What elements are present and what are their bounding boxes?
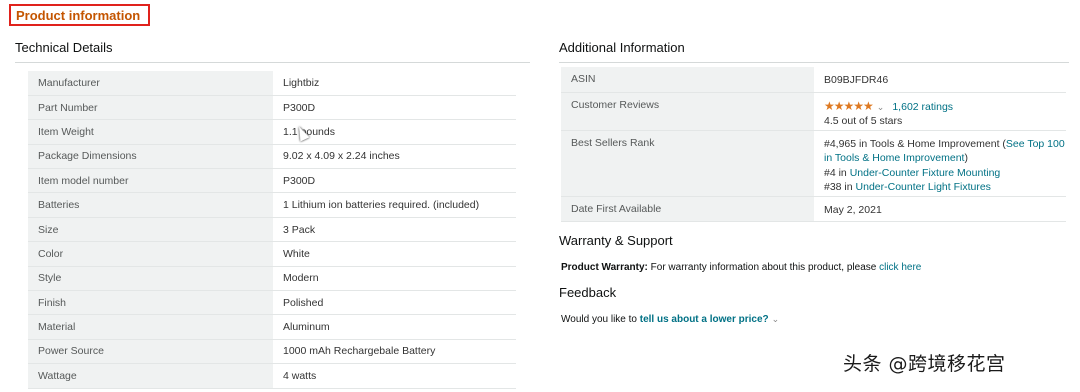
date-first-available-value: May 2, 2021: [814, 196, 1066, 221]
table-row: Best Sellers Rank #4,965 in Tools & Home…: [561, 130, 1066, 196]
table-row: Customer Reviews ★★★★★ ⌄ 1,602 ratings 4.5…: [561, 92, 1066, 130]
feedback-line: Would you like to tell us about a lower …: [561, 314, 787, 325]
spec-value: P300D: [273, 168, 516, 193]
star-rating-icon[interactable]: ★★★★★: [824, 99, 874, 113]
additional-information-table: ASIN B09BJFDR46 Customer Reviews ★★★★★ ⌄ 1…: [561, 67, 1066, 222]
asin-label: ASIN: [561, 67, 814, 92]
spec-label: Part Number: [28, 95, 273, 120]
best-sellers-rank-value: #4,965 in Tools & Home Improvement (See …: [814, 130, 1066, 196]
spec-label: Wattage: [28, 363, 273, 389]
spec-label: Style: [28, 266, 273, 291]
lower-price-link[interactable]: tell us about a lower price?: [640, 314, 769, 325]
chevron-down-icon[interactable]: ⌄: [772, 314, 780, 324]
spec-value: Aluminum: [273, 314, 516, 340]
spec-value: Polished: [273, 290, 516, 315]
table-row: Part Number P300D: [28, 95, 516, 120]
rank-line-3-prefix: #38 in: [824, 181, 856, 193]
under-counter-fixture-mounting-link[interactable]: Under-Counter Fixture Mounting: [850, 167, 1001, 179]
spec-label: Item Weight: [28, 119, 273, 145]
spec-label: Batteries: [28, 192, 273, 218]
table-row: Style Modern: [28, 266, 516, 291]
spec-value: 1.1 pounds: [273, 119, 516, 145]
table-row: Power Source 1000 mAh Rechargebale Batter…: [28, 339, 516, 364]
spec-label: Material: [28, 314, 273, 340]
technical-details-table: Manufacturer Lightbiz Part Number P300D Item…: [28, 71, 516, 389]
spec-label: Color: [28, 241, 273, 267]
divider: [559, 62, 1069, 63]
under-counter-light-fixtures-link[interactable]: Under-Counter Light Fixtures: [856, 181, 991, 193]
spec-value: 4 watts: [273, 363, 516, 389]
date-first-available-label: Date First Available: [561, 196, 814, 221]
warranty-support-heading: Warranty & Support: [559, 233, 673, 248]
table-row: Wattage 4 watts: [28, 363, 516, 389]
table-row: Date First Available May 2, 2021: [561, 196, 1066, 221]
table-row: ASIN B09BJFDR46: [561, 67, 1066, 92]
additional-information-heading: Additional Information: [559, 40, 685, 55]
spec-value: 3 Pack: [273, 217, 516, 242]
spec-value: 1 Lithium ion batteries required. (inclu…: [273, 192, 516, 218]
divider: [15, 62, 530, 63]
product-warranty-text: For warranty information about this prod…: [650, 262, 877, 273]
table-row: Item Weight 1.1 pounds: [28, 119, 516, 145]
product-warranty-line: Product Warranty: For warranty informati…: [561, 262, 921, 273]
product-warranty-label: Product Warranty:: [561, 262, 648, 273]
best-sellers-rank-label: Best Sellers Rank: [561, 130, 814, 196]
spec-value: 9.02 x 4.09 x 2.24 inches: [273, 144, 516, 169]
chevron-down-icon[interactable]: ⌄: [877, 102, 885, 112]
table-row: Package Dimensions 9.02 x 4.09 x 2.24 inc…: [28, 144, 516, 169]
customer-reviews-value: ★★★★★ ⌄ 1,602 ratings 4.5 out of 5 stars: [814, 92, 1066, 130]
technical-details-heading: Technical Details: [15, 40, 113, 55]
table-row: Manufacturer Lightbiz: [28, 71, 516, 96]
asin-value: B09BJFDR46: [814, 67, 1066, 92]
product-information-title: Product information: [9, 4, 150, 26]
rank-line-1-text: #4,965 in Tools & Home Improvement (: [824, 137, 1006, 150]
feedback-heading: Feedback: [559, 285, 617, 300]
spec-label: Item model number: [28, 168, 273, 193]
spec-value: White: [273, 241, 516, 267]
table-row: Material Aluminum: [28, 314, 516, 340]
rank-line-1-end: ): [964, 152, 968, 164]
table-row: Size 3 Pack: [28, 217, 516, 242]
customer-reviews-label: Customer Reviews: [561, 92, 814, 130]
rating-out-of-five: 4.5 out of 5 stars: [824, 115, 903, 127]
spec-value: Modern: [273, 266, 516, 291]
table-row: Color White: [28, 241, 516, 267]
spec-value: 1000 mAh Rechargebale Battery: [273, 339, 516, 364]
click-here-link[interactable]: click here: [879, 262, 921, 273]
spec-value: Lightbiz: [273, 71, 516, 96]
watermark: 头条 @跨境移花宫: [843, 353, 1006, 375]
feedback-text: Would you like to: [561, 314, 637, 325]
table-row: Item model number P300D: [28, 168, 516, 193]
spec-label: Package Dimensions: [28, 144, 273, 169]
spec-label: Size: [28, 217, 273, 242]
table-row: Finish Polished: [28, 290, 516, 315]
ratings-count-link[interactable]: 1,602 ratings: [892, 101, 953, 113]
rank-line-2-prefix: #4 in: [824, 166, 850, 179]
spec-label: Finish: [28, 290, 273, 315]
spec-label: Manufacturer: [28, 71, 273, 96]
spec-value: P300D: [273, 95, 516, 120]
table-row: Batteries 1 Lithium ion batteries require…: [28, 192, 516, 218]
spec-label: Power Source: [28, 339, 273, 364]
